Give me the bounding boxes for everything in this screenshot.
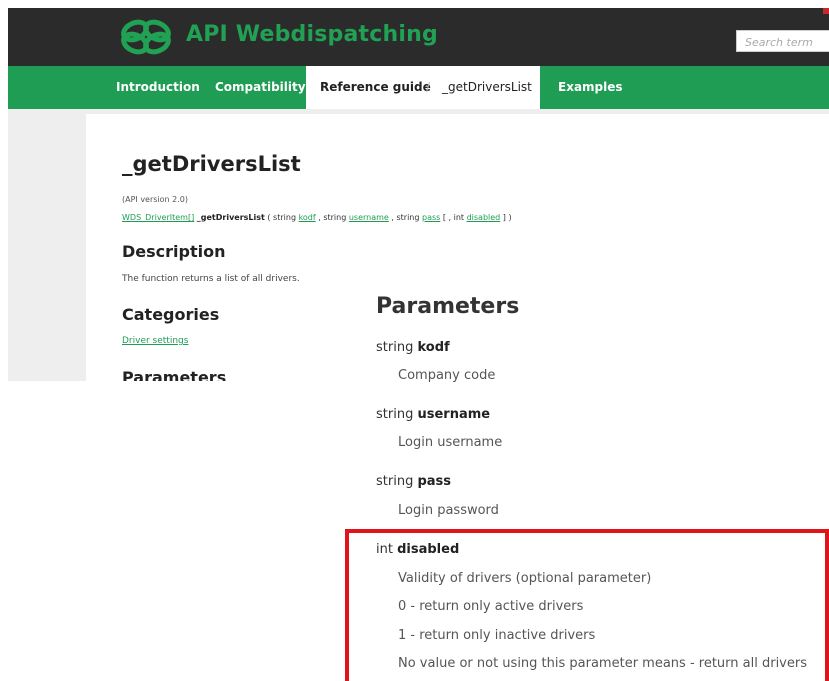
nav-introduction[interactable]: Introduction — [116, 66, 200, 109]
nav-reference-guide-tab[interactable]: Reference guide / _getDriversList — [306, 66, 540, 114]
main-nav: Introduction Compatibility Reference gui… — [8, 66, 829, 114]
doc-content: _getDriversList (API version 2.0) WDS_Dr… — [86, 114, 829, 381]
param-username-desc: Login username — [398, 435, 503, 450]
param-link-username[interactable]: username — [349, 213, 389, 222]
description-text: The function returns a list of all drive… — [122, 274, 300, 284]
param-kodf: string kodf — [376, 340, 450, 355]
category-link-driver-settings[interactable]: Driver settings — [122, 336, 188, 346]
top-header: API Webdispatching — [8, 8, 829, 66]
param-username: string username — [376, 407, 491, 422]
brand-title[interactable]: API Webdispatching — [186, 22, 438, 47]
nav-reference-guide[interactable]: Reference guide — [320, 66, 431, 109]
categories-heading: Categories — [122, 305, 220, 324]
description-heading: Description — [122, 242, 226, 261]
param-link-kodf[interactable]: kodf — [299, 213, 316, 222]
function-name: _getDriversList — [196, 213, 265, 222]
breadcrumb-separator: / — [426, 80, 431, 94]
function-signature: WDS_DriverItem[] _getDriversList ( strin… — [122, 213, 512, 222]
search-input[interactable] — [737, 32, 829, 53]
return-type-link[interactable]: WDS_DriverItem[] — [122, 213, 194, 222]
param-link-pass[interactable]: pass — [422, 213, 440, 222]
corner-marker — [823, 8, 829, 14]
parameters-heading-small: Parameters — [122, 368, 227, 381]
api-version: (API version 2.0) — [122, 195, 189, 204]
param-pass-desc: Login password — [398, 503, 499, 518]
nav-current-page[interactable]: _getDriversList — [442, 66, 532, 109]
parameters-heading: Parameters — [376, 294, 520, 319]
page-title: _getDriversList — [122, 152, 301, 176]
param-pass: string pass — [376, 474, 452, 489]
nav-compatibility[interactable]: Compatibility — [215, 66, 306, 109]
nav-examples[interactable]: Examples — [558, 66, 623, 109]
logo-icon[interactable] — [116, 18, 176, 56]
search-box[interactable] — [736, 30, 829, 53]
param-link-disabled[interactable]: disabled — [467, 213, 501, 222]
highlight-box — [345, 529, 829, 681]
param-kodf-desc: Company code — [398, 368, 496, 383]
